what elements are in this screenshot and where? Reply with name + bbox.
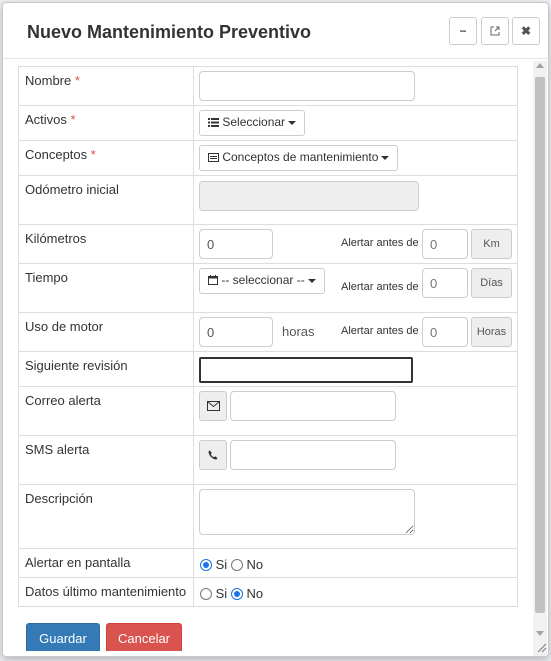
required-mark: * <box>74 73 80 88</box>
envelope-addon <box>199 391 227 421</box>
caret-down-icon <box>307 278 316 283</box>
descripcion-label: Descripción <box>25 491 93 506</box>
tiempo-alert-input[interactable] <box>422 268 468 298</box>
external-link-icon <box>490 26 500 36</box>
list-icon <box>208 118 219 127</box>
kilometros-input[interactable] <box>199 229 273 259</box>
odometro-label: Odómetro inicial <box>25 182 119 197</box>
caret-down-icon <box>288 120 297 125</box>
uso-motor-label: Uso de motor <box>25 319 104 334</box>
alertar-pantalla-si-label: Si <box>215 557 228 572</box>
save-button[interactable]: Guardar <box>26 623 100 651</box>
external-link-button[interactable] <box>481 17 509 45</box>
sms-alerta-input[interactable] <box>230 440 396 470</box>
alertar-pantalla-radios: Si No <box>200 557 263 572</box>
conceptos-select-label: Conceptos de mantenimiento <box>222 150 379 164</box>
row-alertar-pantalla: Alertar en pantalla Si No <box>18 548 518 578</box>
tiempo-select-label: -- seleccionar -- <box>221 273 305 287</box>
scroll-up-arrow-icon[interactable] <box>536 63 544 68</box>
tiempo-unit: Días <box>471 268 512 298</box>
scroll-down-arrow-icon[interactable] <box>536 631 544 636</box>
datos-ultimo-label: Datos último mantenimiento <box>25 584 187 599</box>
resize-handle-icon[interactable] <box>535 641 547 653</box>
kilometros-label: Kilómetros <box>25 231 87 246</box>
row-siguiente-revision: Siguiente revisión <box>18 351 518 387</box>
close-button[interactable]: ✖ <box>512 17 540 45</box>
correo-alerta-input[interactable] <box>230 391 396 421</box>
activos-select-button[interactable]: Seleccionar <box>199 110 306 136</box>
datos-ultimo-radios: Si No <box>200 586 263 601</box>
scrollbar-thumb[interactable] <box>535 77 545 613</box>
row-kilometros: Kilómetros Alertar antes de Km <box>18 224 518 264</box>
activos-select-label: Seleccionar <box>222 115 286 129</box>
kilometros-unit: Km <box>471 229 512 259</box>
correo-alerta-label: Correo alerta <box>25 393 101 408</box>
close-icon: ✖ <box>520 24 532 38</box>
conceptos-label: Conceptos <box>25 147 88 162</box>
alertar-pantalla-no-radio[interactable] <box>230 559 243 571</box>
uso-motor-alert-input[interactable] <box>422 317 468 347</box>
uso-motor-unit: Horas <box>471 317 512 347</box>
card-icon <box>208 153 219 162</box>
maintenance-dialog: Nuevo Mantenimiento Preventivo − ✖ Nombr… <box>2 2 549 657</box>
datos-ultimo-si-radio[interactable] <box>200 588 212 600</box>
descripcion-textarea[interactable] <box>199 489 415 535</box>
row-descripcion: Descripción <box>18 484 518 549</box>
dialog-title: Nuevo Mantenimiento Preventivo <box>27 22 312 42</box>
kilometros-alert-input[interactable] <box>422 229 468 259</box>
form-scroll-area[interactable]: Nombre * Activos * Seleccionar Conceptos… <box>18 66 530 651</box>
form-table: Nombre * Activos * Seleccionar Conceptos… <box>18 66 518 607</box>
activos-label: Activos <box>25 112 67 127</box>
datos-ultimo-no-label: No <box>246 586 264 601</box>
alertar-pantalla-no-label: No <box>246 557 264 572</box>
nombre-input[interactable] <box>199 71 415 101</box>
alertar-pantalla-label: Alertar en pantalla <box>25 555 131 570</box>
row-tiempo: Tiempo -- seleccionar -- Alertar antes d… <box>18 263 518 313</box>
odometro-input <box>199 181 419 211</box>
siguiente-revision-label: Siguiente revisión <box>25 358 128 373</box>
tiempo-label: Tiempo <box>25 270 68 285</box>
dialog-header: Nuevo Mantenimiento Preventivo − ✖ <box>3 3 548 59</box>
tiempo-alert-label: Alertar antes de <box>341 281 419 293</box>
phone-icon <box>208 450 218 460</box>
required-mark: * <box>90 147 96 162</box>
minimize-icon: − <box>459 24 467 38</box>
envelope-icon <box>206 401 220 411</box>
row-activos: Activos * Seleccionar <box>18 105 518 141</box>
row-nombre: Nombre * <box>18 66 518 106</box>
conceptos-select-button[interactable]: Conceptos de mantenimiento <box>199 145 399 171</box>
required-mark: * <box>70 112 76 127</box>
uso-motor-alert-label: Alertar antes de <box>341 325 419 337</box>
calendar-icon <box>208 275 218 285</box>
vertical-scrollbar[interactable] <box>533 61 547 656</box>
sms-alerta-label: SMS alerta <box>25 442 90 457</box>
uso-motor-input[interactable] <box>199 317 273 347</box>
nombre-label: Nombre <box>25 73 72 88</box>
row-uso-motor: Uso de motor horas Alertar antes de Hora… <box>18 312 518 352</box>
kilometros-alert-label: Alertar antes de <box>341 237 419 249</box>
row-sms-alerta: SMS alerta <box>18 435 518 485</box>
phone-addon <box>199 440 227 470</box>
caret-down-icon <box>381 155 390 160</box>
cancel-button[interactable]: Cancelar <box>106 623 182 651</box>
datos-ultimo-si-label: Si <box>215 586 228 601</box>
alertar-pantalla-si-radio[interactable] <box>200 559 212 571</box>
tiempo-select-button[interactable]: -- seleccionar -- <box>199 268 325 294</box>
row-conceptos: Conceptos * Conceptos de mantenimiento <box>18 140 518 176</box>
siguiente-revision-input[interactable] <box>199 357 413 383</box>
minimize-button[interactable]: − <box>449 17 477 45</box>
row-odometro: Odómetro inicial <box>18 175 518 225</box>
uso-motor-unit-text: horas <box>282 324 315 339</box>
datos-ultimo-no-radio[interactable] <box>230 588 243 600</box>
row-correo-alerta: Correo alerta <box>18 386 518 436</box>
row-datos-ultimo: Datos último mantenimiento Si No <box>18 577 518 607</box>
